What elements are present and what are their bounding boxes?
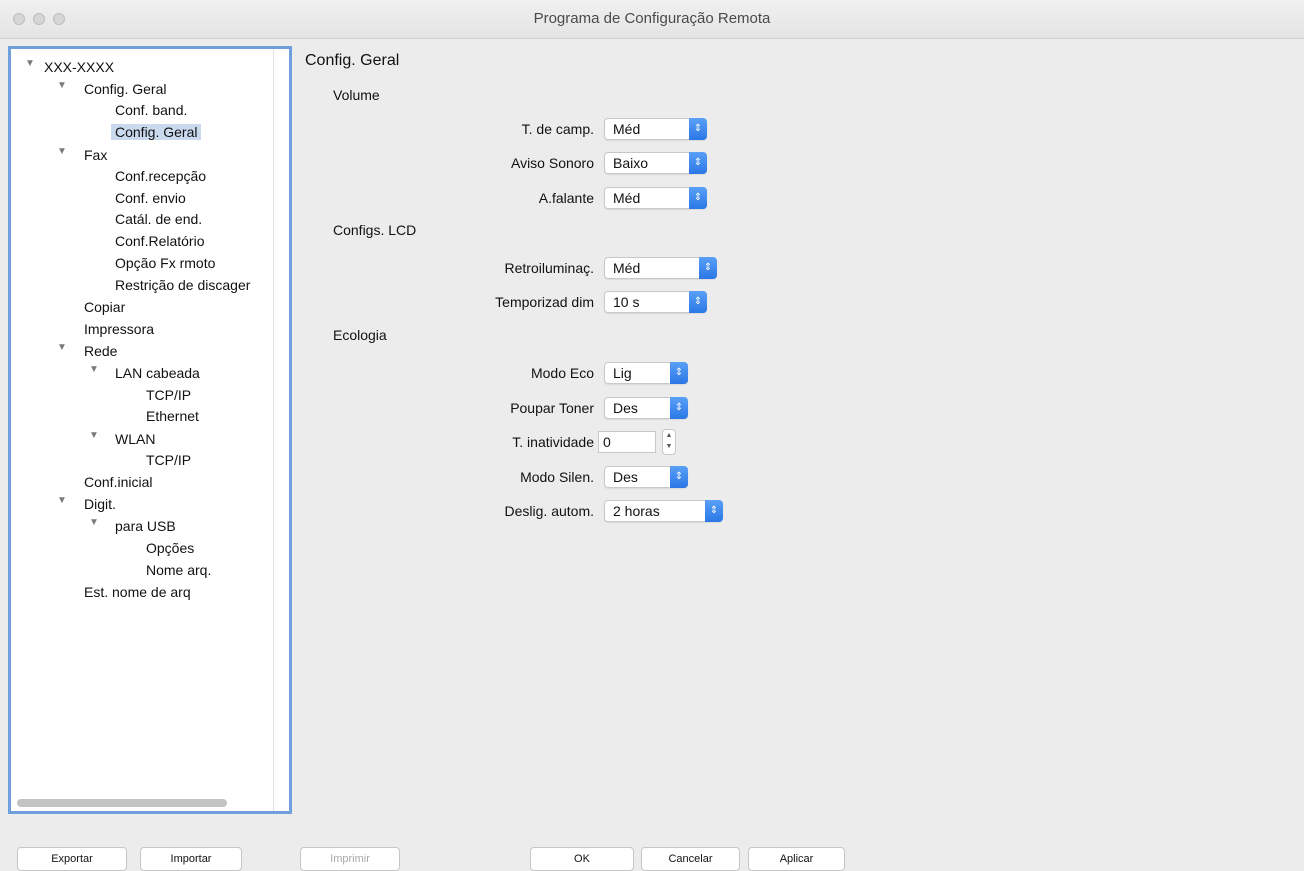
select-arrows-icon: ⇕ (699, 257, 717, 279)
tree-item-tray-setting[interactable]: Conf. band. (115, 100, 187, 120)
disclosure-triangle-icon[interactable]: ▼ (89, 426, 99, 446)
tree-item-device[interactable]: XXX-XXXX (44, 57, 114, 77)
dim-timer-label: Temporizad dim (495, 294, 594, 310)
tree-item-options[interactable]: Opções (146, 538, 194, 558)
toner-save-select[interactable]: Des ⇕ (604, 397, 688, 419)
auto-power-off-select[interactable]: 2 horas ⇕ (604, 500, 723, 522)
tree-item-wlan[interactable]: WLAN (115, 429, 155, 449)
disclosure-triangle-icon[interactable]: ▼ (25, 54, 35, 74)
select-arrows-icon: ⇕ (705, 500, 723, 522)
tree-item-scan[interactable]: Digit. (84, 494, 116, 514)
section-ecology: Ecologia (333, 327, 387, 343)
export-button[interactable]: Exportar (17, 847, 127, 871)
tree-item-ethernet[interactable]: Ethernet (146, 406, 199, 426)
speaker-volume-label: A.falante (538, 190, 594, 206)
select-arrows-icon: ⇕ (689, 152, 707, 174)
import-button[interactable]: Importar (140, 847, 242, 871)
select-arrows-icon: ⇕ (670, 362, 688, 384)
ok-button[interactable]: OK (530, 847, 634, 871)
title-bar: Programa de Configuração Remota (0, 0, 1304, 39)
eco-mode-select[interactable]: Lig ⇕ (604, 362, 688, 384)
tree-item-wlan-tcpip[interactable]: TCP/IP (146, 450, 191, 470)
tree-item-wired-tcpip[interactable]: TCP/IP (146, 385, 191, 405)
backlight-label: Retroiluminaç. (504, 260, 594, 276)
apply-button[interactable]: Aplicar (748, 847, 845, 871)
settings-tree[interactable]: ▼ XXX-XXXX ▼ Config. Geral Conf. band. C… (8, 46, 292, 814)
quiet-mode-label: Modo Silen. (520, 469, 594, 485)
sleep-time-input[interactable]: 0 (598, 431, 656, 453)
horizontal-scrollbar[interactable] (17, 799, 227, 807)
tree-item-general-setup[interactable]: Config. Geral (84, 79, 166, 99)
auto-power-off-label: Deslig. autom. (504, 503, 594, 519)
select-arrows-icon: ⇕ (670, 397, 688, 419)
disclosure-triangle-icon[interactable]: ▼ (57, 76, 67, 96)
tree-divider (273, 49, 274, 811)
select-arrows-icon: ⇕ (689, 187, 707, 209)
stepper-down-icon[interactable]: ▼ (663, 441, 675, 452)
cancel-button[interactable]: Cancelar (641, 847, 740, 871)
disclosure-triangle-icon[interactable]: ▼ (57, 338, 67, 358)
section-lcd: Configs. LCD (333, 222, 417, 238)
print-button[interactable]: Imprimir (300, 847, 400, 871)
tree-item-dial-restriction[interactable]: Restrição de discager (115, 275, 250, 295)
stepper-up-icon[interactable]: ▲ (663, 430, 675, 441)
tree-item-report-setting[interactable]: Conf.Relatório (115, 231, 205, 251)
tree-item-printer[interactable]: Impressora (84, 319, 154, 339)
tree-item-file-name-style[interactable]: Est. nome de arq (84, 582, 191, 602)
select-arrows-icon: ⇕ (689, 291, 707, 313)
disclosure-triangle-icon[interactable]: ▼ (89, 360, 99, 380)
tree-item-general-setup-selected[interactable]: Config. Geral (111, 122, 202, 142)
tree-item-address-book[interactable]: Catál. de end. (115, 209, 202, 229)
panel-heading: Config. Geral (305, 52, 400, 69)
tree-item-file-name[interactable]: Nome arq. (146, 560, 211, 580)
tree-item-copy[interactable]: Copiar (84, 297, 125, 317)
disclosure-triangle-icon[interactable]: ▼ (89, 513, 99, 533)
ring-volume-select[interactable]: Méd ⇕ (604, 118, 707, 140)
tree-item-remote-fax-opt[interactable]: Opção Fx rmoto (115, 253, 215, 273)
select-arrows-icon: ⇕ (689, 118, 707, 140)
tree-item-network[interactable]: Rede (84, 341, 117, 361)
backlight-select[interactable]: Méd ⇕ (604, 257, 717, 279)
quiet-mode-select[interactable]: Des ⇕ (604, 466, 688, 488)
sleep-time-stepper[interactable]: ▲ ▼ (662, 429, 676, 455)
eco-mode-label: Modo Eco (530, 365, 594, 381)
disclosure-triangle-icon[interactable]: ▼ (57, 142, 67, 162)
select-arrows-icon: ⇕ (670, 466, 688, 488)
tree-item-to-usb[interactable]: para USB (115, 516, 176, 536)
toner-save-label: Poupar Toner (510, 400, 594, 416)
disclosure-triangle-icon[interactable]: ▼ (57, 491, 67, 511)
tree-item-fax[interactable]: Fax (84, 145, 107, 165)
speaker-volume-select[interactable]: Méd ⇕ (604, 187, 707, 209)
ring-volume-label: T. de camp. (521, 121, 594, 137)
dim-timer-select[interactable]: 10 s ⇕ (604, 291, 707, 313)
tree-item-send-setup[interactable]: Conf. envio (115, 188, 186, 208)
window-title: Programa de Configuração Remota (533, 10, 771, 27)
section-volume: Volume (333, 87, 380, 103)
tree-item-receive-setup[interactable]: Conf.recepção (115, 166, 206, 186)
tree-item-wired-lan[interactable]: LAN cabeada (115, 363, 200, 383)
sleep-time-label: T. inatividade (512, 434, 594, 450)
tree-item-initial-setup[interactable]: Conf.inicial (84, 472, 152, 492)
beeper-volume-label: Aviso Sonoro (510, 155, 594, 171)
beeper-volume-select[interactable]: Baixo ⇕ (604, 152, 707, 174)
